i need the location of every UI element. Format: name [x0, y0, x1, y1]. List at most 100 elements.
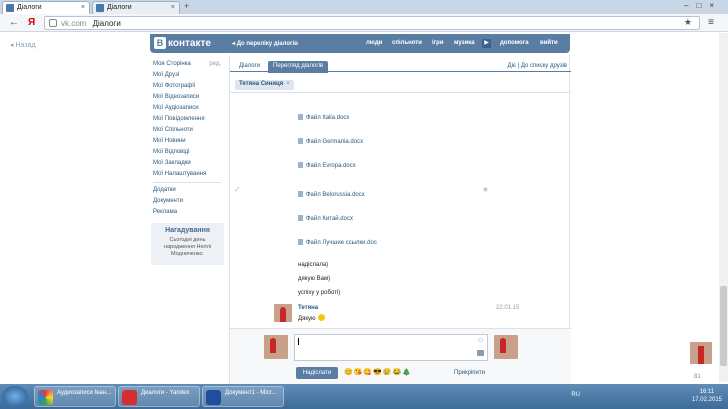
nav-games[interactable]: ігри [432, 40, 444, 46]
browser-tab-bar: Діалоги × Діалоги × + ‒□× [0, 0, 728, 14]
sidebar-item-my-page[interactable]: Моя Сторінка ред. [153, 59, 221, 70]
sidebar-item-communities[interactable]: Мої Спільноти [153, 125, 221, 136]
taskbar: Аудиозаписи Іван... Диалоги - Yandex Док… [0, 384, 728, 409]
browser-tab-dialogs[interactable]: Діалоги × [2, 1, 90, 14]
file-attachment[interactable]: Файл Evropa.docx [298, 162, 356, 169]
compose-area: ☺ Надіслати 😊😘😋😎😢😂🎄 Прикріпити [230, 328, 571, 385]
file-attachment[interactable]: Файл Китай.docx [298, 215, 353, 222]
message-text: успіху у роботі) [298, 290, 341, 296]
nav-music[interactable]: музика [454, 40, 475, 46]
task-audio[interactable]: Аудиозаписи Іван... [34, 386, 116, 407]
sender-avatar[interactable] [274, 304, 292, 322]
sidebar-item-replies[interactable]: Мої Відповіді [153, 147, 221, 158]
vk-header: Вконтакте ◂ До переліку діалогів люди сп… [150, 34, 570, 53]
nav-people[interactable]: люди [366, 40, 382, 46]
check-icon[interactable]: ✓ [234, 185, 241, 194]
text-cursor [298, 338, 299, 345]
language-indicator[interactable]: RU [571, 392, 580, 398]
sidebar-item-messages[interactable]: Мої Повідомлення [153, 114, 221, 125]
document-icon [298, 162, 303, 168]
window-controls[interactable]: ‒□× [684, 1, 722, 10]
attach-link[interactable]: Прикріпити [454, 370, 485, 376]
close-tab-icon[interactable]: × [81, 4, 85, 11]
edit-link[interactable]: ред. [209, 59, 221, 70]
remove-chip-icon[interactable]: × [286, 81, 290, 87]
document-icon [298, 215, 303, 221]
sidebar-item-documents[interactable]: Документи [153, 196, 221, 207]
sidebar-item-videos[interactable]: Мої Відеозаписи [153, 92, 221, 103]
file-attachment[interactable]: Файл Italia.docx [298, 114, 349, 121]
document-icon [298, 114, 303, 120]
recipient-avatar[interactable] [494, 335, 518, 359]
online-count: 81 [694, 374, 701, 380]
reminder-body[interactable]: Сьогодні день народження Неллі Модниченк… [154, 237, 221, 258]
vk-logo[interactable]: Вконтакте [154, 37, 211, 49]
new-tab-button[interactable]: + [184, 1, 189, 11]
favorite-star-icon[interactable]: ★ [482, 185, 489, 194]
sidebar-divider [153, 182, 221, 183]
page-scrollbar[interactable] [719, 33, 728, 382]
browser-tab-dialogs-2[interactable]: Діалоги × [92, 1, 180, 14]
dialog-tabs: Діалоги Перегляд діалогів Діє | До списк… [230, 59, 571, 73]
back-to-dialogs-link[interactable]: ◂ До переліку діалогів [232, 40, 298, 47]
chat-avatar[interactable] [690, 342, 712, 364]
back-link[interactable]: ◂ Назад [10, 41, 36, 49]
smiley-icon [317, 314, 325, 321]
play-icon[interactable]: ▶ [482, 39, 491, 48]
message-input[interactable]: ☺ [294, 334, 488, 361]
left-sidebar: Моя Сторінка ред. Мої Друзі Мої Фотографі… [153, 59, 221, 218]
message-text: Дякую [298, 314, 325, 322]
start-button[interactable] [2, 386, 28, 407]
url-field[interactable]: vk.com Діалоги [44, 16, 700, 30]
send-button[interactable]: Надіслати [296, 367, 338, 379]
sidebar-item-bookmarks[interactable]: Мої Закладки [153, 158, 221, 169]
nav-communities[interactable]: спільноти [392, 40, 422, 46]
sidebar-item-photos[interactable]: Мої Фотографії [153, 81, 221, 92]
task-word[interactable]: Документ1 - Micr... [202, 386, 284, 407]
emoji-bar[interactable]: 😊😘😋😎😢😂🎄 [344, 368, 412, 376]
message-text: дякую Вам) [298, 276, 331, 282]
sidebar-item-audio[interactable]: Мої Аудіозаписи [153, 103, 221, 114]
nav-help[interactable]: допомога [500, 40, 529, 46]
lock-icon [49, 19, 57, 27]
word-icon [206, 390, 221, 405]
camera-icon[interactable] [477, 350, 484, 356]
my-avatar[interactable] [264, 335, 288, 359]
back-arrow-icon[interactable]: ← [9, 17, 19, 28]
file-attachment[interactable]: Файл Germania.docx [298, 138, 363, 145]
dialog-actions-links[interactable]: Діє | До списку друзів [508, 63, 568, 69]
yandex-logo-icon[interactable]: Я [28, 17, 35, 28]
clock[interactable]: 16:11 17.02.2015 [692, 388, 722, 404]
sidebar-item-ads[interactable]: Реклама [153, 207, 221, 218]
bookmark-star-icon[interactable]: ★ [684, 17, 692, 28]
vk-logo-icon: В [154, 37, 166, 49]
reminder-title: Нагадування [165, 227, 210, 234]
sidebar-item-settings[interactable]: Мої Налаштування [153, 169, 221, 180]
scrollbar-thumb[interactable] [720, 286, 727, 366]
file-attachment[interactable]: Файл Лучшие ссылки.doc [298, 239, 377, 246]
file-attachment[interactable]: Файл Belorussia.docx [298, 191, 365, 198]
message-date[interactable]: 22.01.15 [496, 305, 519, 311]
vk-favicon-icon [96, 4, 104, 12]
task-yandex[interactable]: Диалоги - Yandex [118, 386, 200, 407]
message-text: надіслала) [298, 262, 329, 268]
divider [230, 92, 571, 93]
tab-view-dialogs[interactable]: Перегляд діалогів [268, 61, 329, 73]
recipient-chip[interactable]: Тетяна Синиця × [235, 80, 294, 90]
sidebar-item-friends[interactable]: Мої Друзі [153, 70, 221, 81]
sidebar-item-news[interactable]: Мої Новини [153, 136, 221, 147]
document-icon [298, 239, 303, 245]
tab-dialogs[interactable]: Діалоги [234, 61, 265, 73]
document-icon [298, 191, 303, 197]
document-icon [298, 138, 303, 144]
reminder-box: Нагадування Сьогодні день народження Нел… [151, 223, 224, 265]
nav-logout[interactable]: вийти [540, 40, 558, 46]
sender-name[interactable]: Тетяна [298, 305, 318, 311]
sidebar-item-apps[interactable]: Додатки [153, 185, 221, 196]
menu-icon[interactable]: ≡ [708, 17, 714, 28]
yandex-browser-icon [122, 390, 137, 405]
close-tab-icon[interactable]: × [171, 4, 175, 11]
chrome-icon [38, 390, 53, 405]
emoji-icon[interactable]: ☺ [477, 337, 484, 344]
dialog-panel: Діалоги Перегляд діалогів Діє | До списк… [229, 55, 571, 385]
